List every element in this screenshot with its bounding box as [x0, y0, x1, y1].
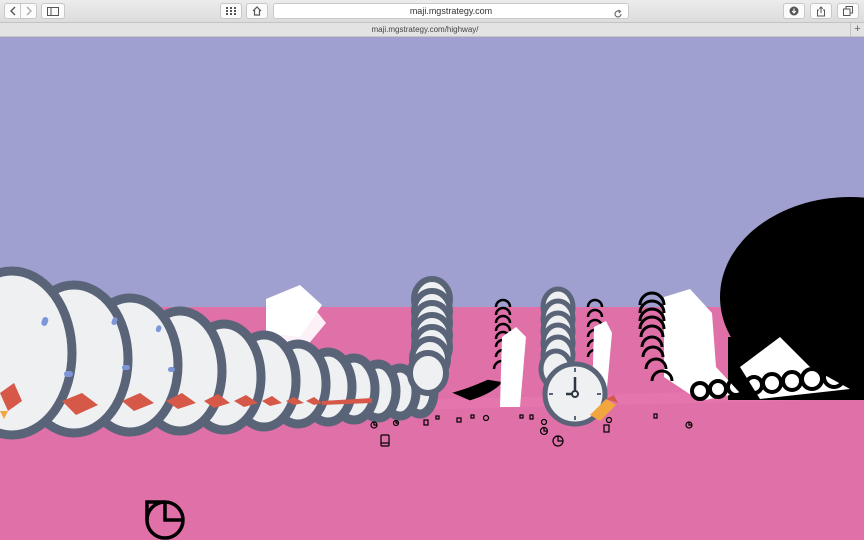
- scene-canvas[interactable]: [0, 37, 864, 540]
- share-button[interactable]: [810, 3, 832, 19]
- reload-icon[interactable]: [613, 6, 623, 18]
- sidebar-button[interactable]: [41, 3, 65, 19]
- chevron-left-icon: [9, 6, 17, 16]
- tabs-overview-button[interactable]: [837, 3, 859, 19]
- sidebar-icon: [47, 6, 59, 16]
- address-url[interactable]: maji.mgstrategy.com: [274, 4, 628, 18]
- tube-ring: [407, 350, 449, 396]
- tab-active[interactable]: maji.mgstrategy.com/highway/: [0, 23, 850, 36]
- grid-icon: [226, 7, 236, 15]
- address-bar[interactable]: maji.mgstrategy.com: [273, 3, 629, 19]
- new-tab-button[interactable]: +: [850, 23, 864, 36]
- back-button[interactable]: [4, 3, 21, 19]
- browser-toolbar: maji.mgstrategy.com: [0, 0, 864, 23]
- home-icon: [252, 6, 262, 16]
- download-icon: [789, 6, 799, 16]
- chevron-right-icon: [25, 6, 33, 16]
- highway-scene[interactable]: [0, 37, 864, 540]
- forward-button[interactable]: [20, 3, 37, 19]
- home-button[interactable]: [246, 3, 268, 19]
- tab-bar: maji.mgstrategy.com/highway/ +: [0, 23, 864, 37]
- top-sites-button[interactable]: [220, 3, 242, 19]
- tabs-overview-icon: [843, 6, 853, 16]
- share-icon: [816, 5, 826, 17]
- downloads-button[interactable]: [783, 3, 805, 19]
